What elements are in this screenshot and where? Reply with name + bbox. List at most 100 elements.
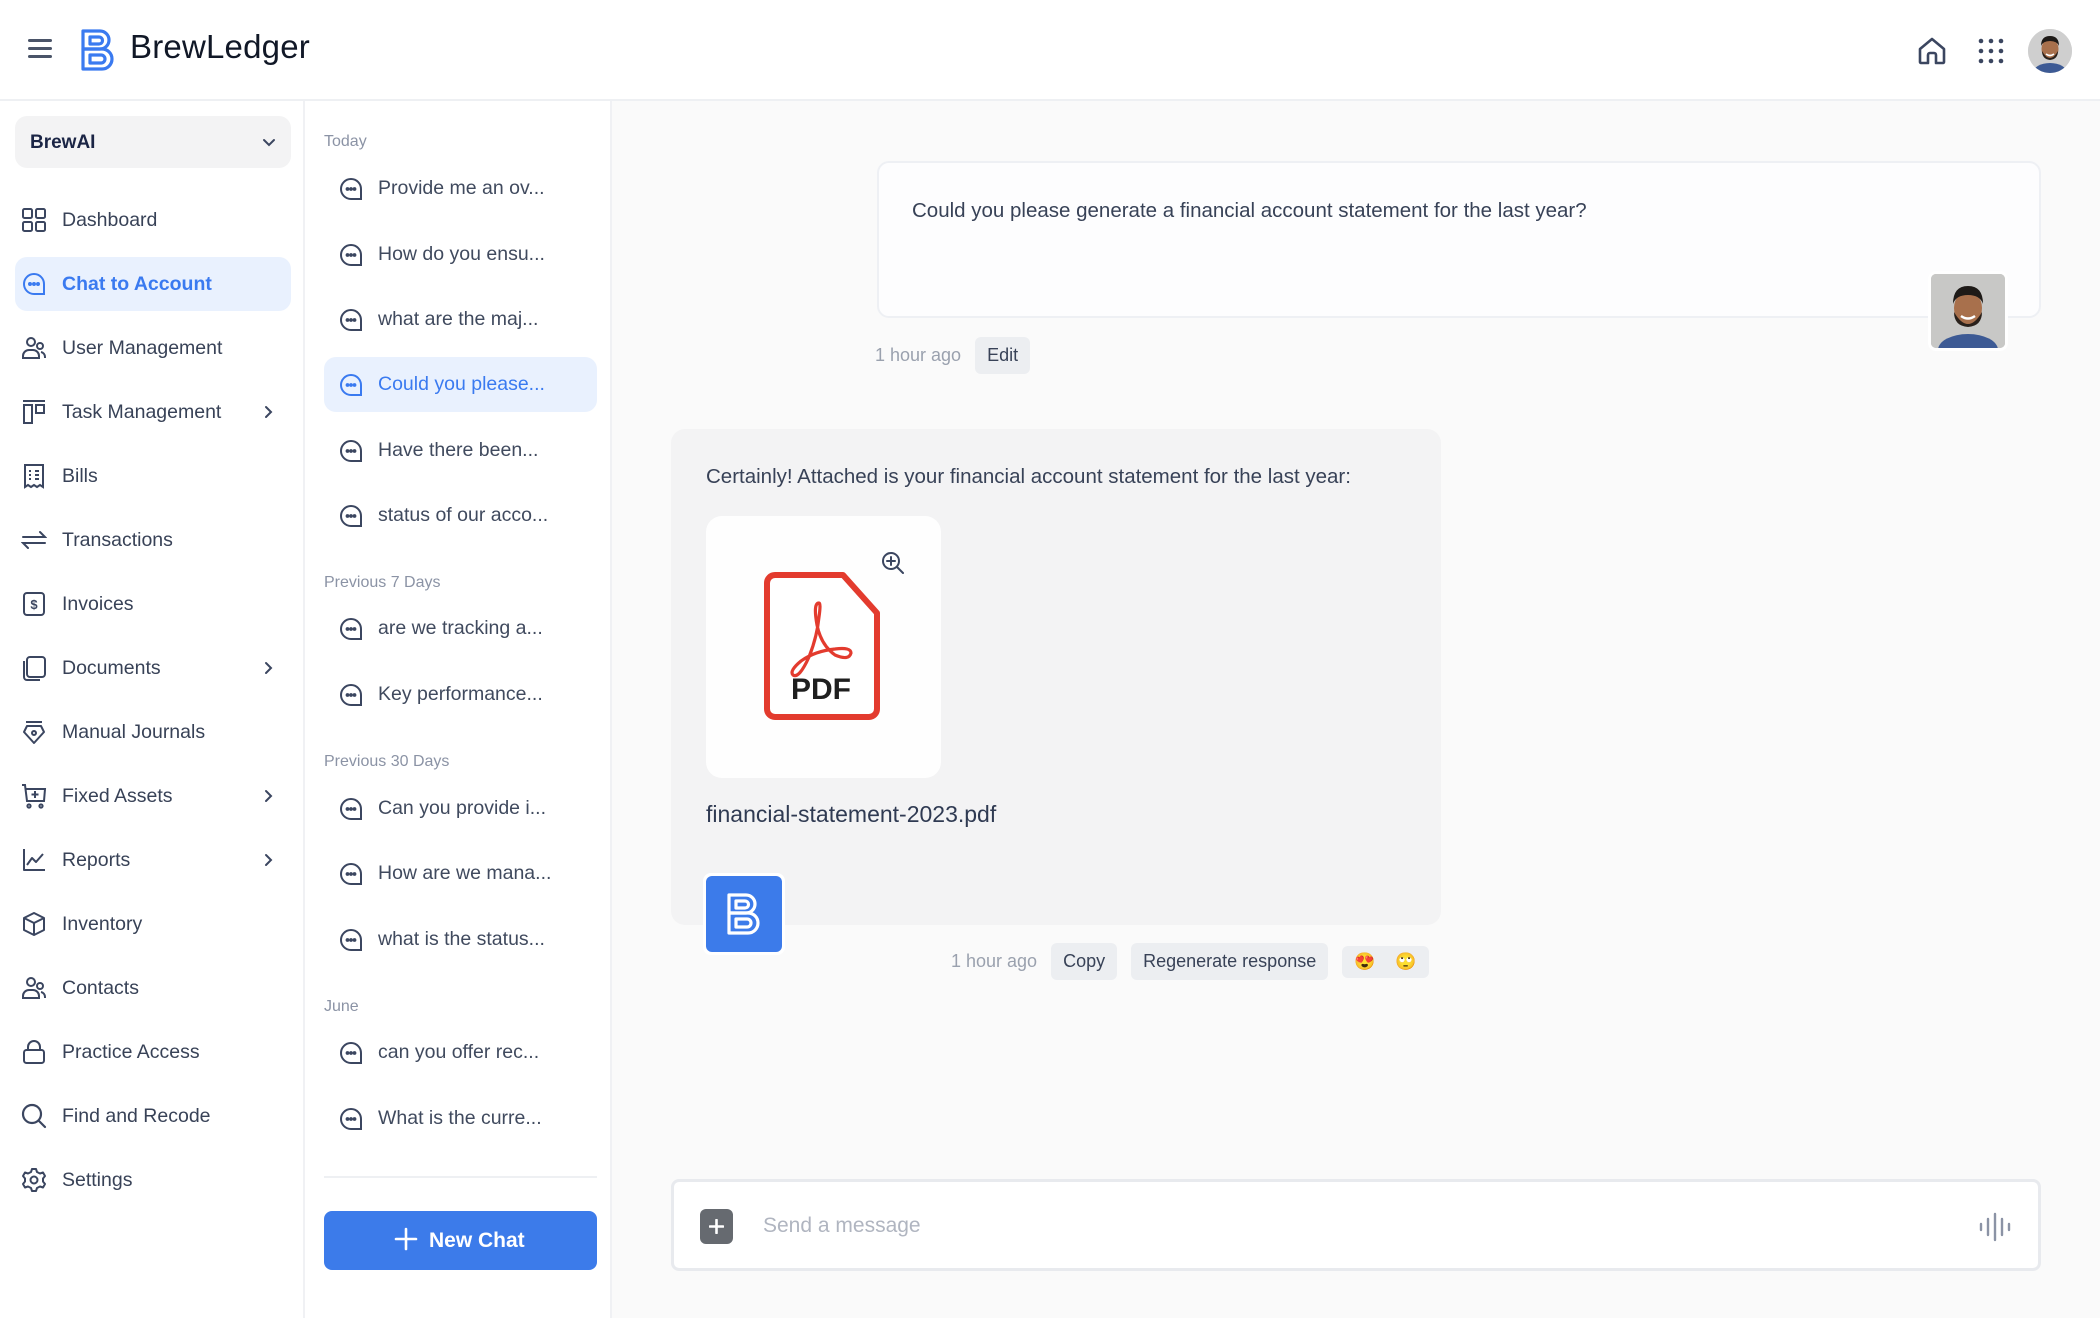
new-chat-button[interactable]: New Chat <box>324 1211 597 1270</box>
history-item[interactable]: Key performance... <box>324 667 597 722</box>
svg-text:$: $ <box>30 597 38 612</box>
zoom-in-icon[interactable] <box>880 550 906 576</box>
history-item-label: Key performance... <box>378 683 543 705</box>
history-item-label: can you offer rec... <box>378 1041 540 1063</box>
history-item-label: How do you ensu... <box>378 243 545 265</box>
history-item[interactable]: Can you provide i... <box>324 781 597 836</box>
sidebar-item-inventory[interactable]: Inventory <box>15 897 291 951</box>
sidebar-item-contacts[interactable]: Contacts <box>15 961 291 1015</box>
history-item[interactable]: How are we mana... <box>324 846 597 901</box>
edit-button[interactable]: Edit <box>975 337 1031 374</box>
search-icon <box>21 1103 47 1129</box>
chat-history-panel: Today Provide me an ov... How do you ens… <box>305 101 612 1318</box>
message-input[interactable] <box>763 1202 1913 1250</box>
chevron-down-icon <box>263 139 275 147</box>
menu-icon[interactable] <box>28 39 52 61</box>
brewledger-logo-icon <box>727 893 760 935</box>
reaction-eye-roll[interactable]: 🙄 <box>1395 952 1416 972</box>
sidebar-item-practice-access[interactable]: Practice Access <box>15 1025 291 1079</box>
chat-bubble-icon <box>340 177 362 200</box>
assistant-message-timestamp: 1 hour ago <box>951 951 1038 971</box>
chevron-right-icon <box>265 406 273 418</box>
chat-main: Could you please generate a financial ac… <box>612 101 2100 1318</box>
sidebar-item-find-and-recode[interactable]: Find and Recode <box>15 1089 291 1143</box>
pdf-file-icon: PDF <box>764 572 880 720</box>
sidebar-item-label: Find and Recode <box>62 1105 211 1127</box>
history-item-label: What is the curre... <box>378 1107 542 1129</box>
history-group-label: Previous 30 Days <box>324 753 450 770</box>
chat-bubble-icon <box>340 928 362 951</box>
gear-icon <box>22 1168 46 1192</box>
user-photo-icon <box>1931 274 2005 348</box>
chat-bubble-icon <box>340 308 362 331</box>
plus-icon <box>394 1227 418 1251</box>
sidebar-item-label: Dashboard <box>62 209 158 231</box>
home-icon[interactable] <box>1915 34 1949 68</box>
sidebar-item-manual-journals[interactable]: Manual Journals <box>15 705 291 759</box>
reaction-heart-eyes[interactable]: 😍 <box>1354 952 1375 972</box>
history-item[interactable]: How do you ensu... <box>324 227 597 282</box>
pen-nib-icon <box>23 721 45 744</box>
plus-icon <box>709 1219 724 1234</box>
history-item[interactable]: What is the curre... <box>324 1091 597 1146</box>
user-photo-icon <box>2028 29 2072 73</box>
attachment-filename[interactable]: financial-statement-2023.pdf <box>706 801 996 828</box>
voice-waveform-icon[interactable] <box>1977 1209 2013 1245</box>
sidebar-item-label: Task Management <box>62 401 222 423</box>
history-item-active[interactable]: Could you please... <box>324 357 597 412</box>
sidebar-item-fixed-assets[interactable]: Fixed Assets <box>15 769 291 823</box>
history-item-label: How are we mana... <box>378 862 552 884</box>
sidebar: BrewAI Dashboard Chat to Account User Ma… <box>0 101 305 1318</box>
history-item-label: what are the maj... <box>378 308 539 330</box>
sidebar-item-label: Bills <box>62 465 98 487</box>
user-message-meta: 1 hour ago Edit <box>875 337 1031 374</box>
new-chat-label: New Chat <box>429 1229 525 1252</box>
sidebar-item-label: Reports <box>62 849 131 871</box>
history-item[interactable]: are we tracking a... <box>324 601 597 656</box>
kanban-icon <box>23 400 45 424</box>
sidebar-item-settings[interactable]: Settings <box>15 1153 291 1207</box>
lock-icon <box>23 1040 45 1064</box>
sidebar-item-documents[interactable]: Documents <box>15 641 291 695</box>
copy-button[interactable]: Copy <box>1051 943 1118 980</box>
sidebar-item-transactions[interactable]: Transactions <box>15 513 291 567</box>
sidebar-item-chat-to-account[interactable]: Chat to Account <box>15 257 291 311</box>
chat-bubble-icon <box>340 1107 362 1130</box>
history-group-label: June <box>324 998 359 1015</box>
history-item[interactable]: can you offer rec... <box>324 1025 597 1080</box>
invoice-dollar-icon: $ <box>23 592 45 616</box>
pdf-attachment-card[interactable]: PDF <box>706 516 941 778</box>
history-item[interactable]: Have there been... <box>324 423 597 478</box>
receipt-icon <box>24 464 44 489</box>
message-composer <box>671 1179 2041 1271</box>
user-message-text: Could you please generate a financial ac… <box>912 199 1587 222</box>
attach-button[interactable] <box>700 1209 733 1244</box>
history-item[interactable]: what is the status... <box>324 912 597 967</box>
chat-bubble-icon <box>340 797 362 820</box>
sidebar-item-invoices[interactable]: $ Invoices <box>15 577 291 631</box>
org-selector-value: BrewAI <box>30 132 96 153</box>
dashboard-icon <box>22 208 46 232</box>
assistant-avatar <box>703 873 785 955</box>
history-divider <box>324 1176 597 1178</box>
chat-bubble-icon <box>340 862 362 885</box>
arrows-swap-icon <box>21 531 47 549</box>
sidebar-item-label: Fixed Assets <box>62 785 173 807</box>
regenerate-response-button[interactable]: Regenerate response <box>1131 943 1329 980</box>
history-item-label: Can you provide i... <box>378 797 547 819</box>
chat-bubble-icon <box>340 439 362 462</box>
history-item[interactable]: status of our acco... <box>324 488 597 543</box>
sidebar-item-bills[interactable]: Bills <box>15 449 291 503</box>
sidebar-item-task-management[interactable]: Task Management <box>15 385 291 439</box>
history-item[interactable]: what are the maj... <box>324 292 597 347</box>
history-group-label: Today <box>324 133 367 150</box>
sidebar-item-user-management[interactable]: User Management <box>15 321 291 375</box>
sidebar-item-reports[interactable]: Reports <box>15 833 291 887</box>
org-selector-dropdown[interactable]: BrewAI <box>15 116 291 168</box>
user-avatar[interactable] <box>2028 29 2072 73</box>
history-item[interactable]: Provide me an ov... <box>324 161 597 216</box>
apps-grid-icon[interactable] <box>1974 34 2008 68</box>
contacts-icon <box>22 977 46 999</box>
sidebar-item-dashboard[interactable]: Dashboard <box>15 193 291 247</box>
assistant-message-meta: 1 hour ago Copy Regenerate response 😍 🙄 <box>951 943 1429 980</box>
